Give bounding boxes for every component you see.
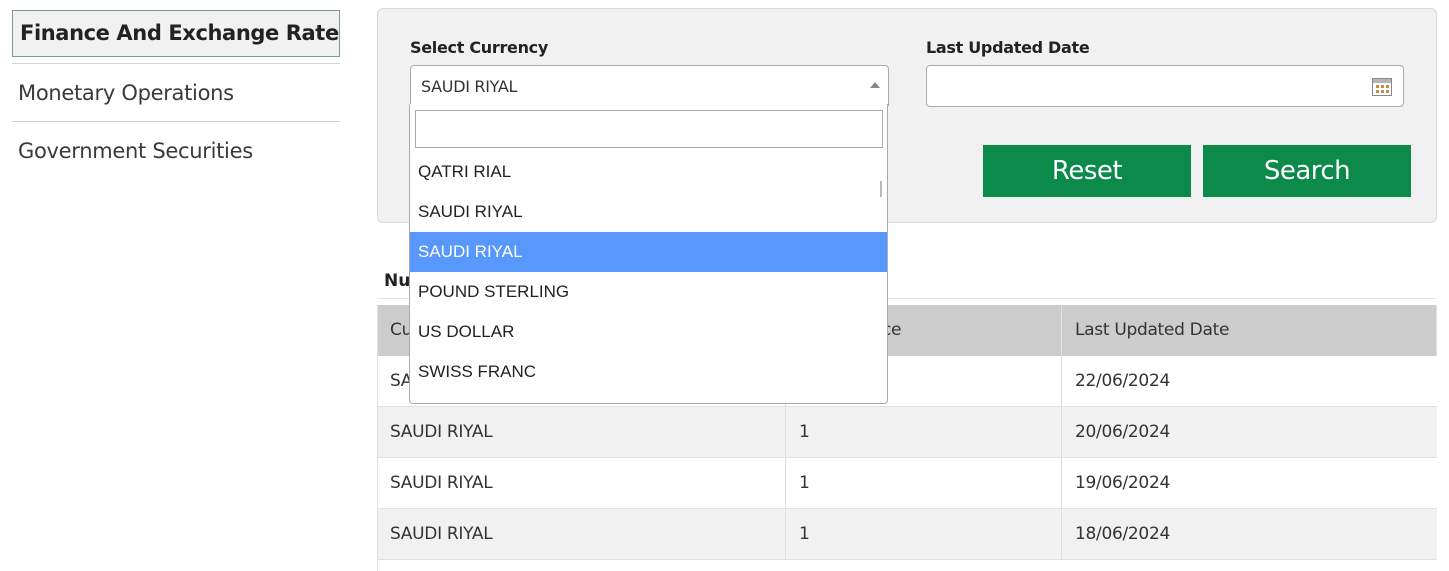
dropdown-option[interactable]: SAUDI RIYAL — [410, 192, 887, 232]
cell-currency: SAUDI RIYAL — [377, 509, 786, 559]
cell-currency: SAUDI RIYAL — [377, 458, 786, 508]
reset-button[interactable]: Reset — [983, 145, 1191, 197]
dropdown-option[interactable]: QATRI RIAL — [410, 152, 887, 192]
caret-up-icon — [870, 82, 880, 88]
currency-label: Select Currency — [410, 38, 548, 57]
sidebar-item-label: Finance And Exchange Rate — [20, 21, 339, 45]
dropdown-option[interactable]: US DOLLAR — [410, 312, 887, 352]
cell-price: 1 — [786, 509, 1062, 559]
sidebar-item-finance-exchange-rate[interactable]: Finance And Exchange Rate — [12, 10, 340, 57]
sidebar-nav: Finance And Exchange Rate Monetary Opera… — [12, 10, 340, 180]
table-row: SAUDI RIYAL 1 20/06/2024 — [377, 407, 1437, 458]
currency-selected-value: SAUDI RIYAL — [421, 77, 518, 96]
currency-dropdown-list: QATRI RIAL SAUDI RIYAL SAUDI RIYAL POUND… — [409, 104, 888, 404]
cell-date: 18/06/2024 — [1075, 524, 1170, 544]
cell-date: 20/06/2024 — [1075, 422, 1170, 442]
cell-price: 1 — [786, 458, 1062, 508]
divider — [377, 305, 378, 571]
calendar-icon[interactable] — [1372, 78, 1392, 96]
currency-select[interactable]: SAUDI RIYAL — [410, 65, 889, 106]
table-row: SAUDI RIYAL 1 18/06/2024 — [377, 509, 1437, 560]
dropdown-search-input[interactable] — [415, 110, 883, 148]
dropdown-option-highlighted[interactable]: SAUDI RIYAL — [410, 232, 887, 272]
sidebar-item-label: Government Securities — [18, 139, 253, 163]
sidebar-item-label: Monetary Operations — [18, 81, 234, 105]
cell-price: 1 — [786, 407, 1062, 457]
results-heading: Nu — [384, 271, 411, 291]
date-label: Last Updated Date — [926, 38, 1090, 57]
sidebar-item-monetary-operations[interactable]: Monetary Operations — [12, 64, 340, 122]
sidebar-item-government-securities[interactable]: Government Securities — [12, 122, 340, 180]
column-header-last-updated-date[interactable]: Last Updated Date — [1062, 305, 1437, 356]
cell-date: 22/06/2024 — [1075, 371, 1170, 391]
dropdown-option[interactable]: POUND STERLING — [410, 272, 887, 312]
search-button[interactable]: Search — [1203, 145, 1411, 197]
cell-currency: SAUDI RIYAL — [377, 407, 786, 457]
date-input[interactable] — [926, 65, 1404, 107]
table-row: SAUDI RIYAL 1 19/06/2024 — [377, 458, 1437, 509]
dropdown-option[interactable]: SWISS FRANC — [410, 352, 887, 392]
cell-date: 19/06/2024 — [1075, 473, 1170, 493]
